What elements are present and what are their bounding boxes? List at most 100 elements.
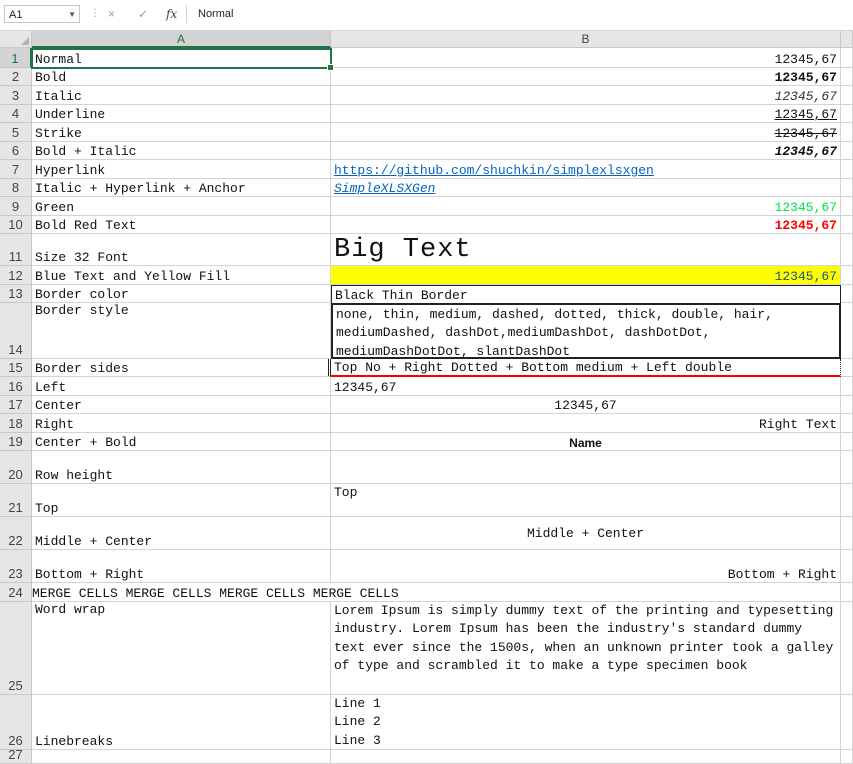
cell-b19[interactable]: Name xyxy=(331,433,841,451)
row-header[interactable]: 21 xyxy=(0,484,32,517)
cell-c23[interactable] xyxy=(841,550,853,583)
row-header[interactable]: 26 xyxy=(0,695,32,750)
row-header[interactable]: 23 xyxy=(0,550,32,583)
cell-a3[interactable]: Italic xyxy=(32,86,331,105)
cell-c3[interactable] xyxy=(841,86,853,105)
cell-c27[interactable] xyxy=(841,750,853,764)
row-header[interactable]: 18 xyxy=(0,414,32,433)
cancel-icon[interactable]: × xyxy=(108,5,115,23)
name-box[interactable]: A1 ▼ xyxy=(4,5,80,23)
cell-a2[interactable]: Bold xyxy=(32,68,331,86)
insert-function-button[interactable]: fx xyxy=(166,5,177,23)
cell-a5[interactable]: Strike xyxy=(32,123,331,142)
cell-c6[interactable] xyxy=(841,142,853,160)
cell-a7[interactable]: Hyperlink xyxy=(32,160,331,179)
cell-b14[interactable]: none, thin, medium, dashed, dotted, thic… xyxy=(331,303,841,359)
cell-b9[interactable]: 12345,67 xyxy=(331,197,841,216)
row-header[interactable]: 1 xyxy=(0,48,32,68)
cell-a20[interactable]: Row height xyxy=(32,451,331,484)
cell-c5[interactable] xyxy=(841,123,853,142)
cell-a16[interactable]: Left xyxy=(32,377,331,396)
cell-c24[interactable] xyxy=(841,583,853,602)
row-header[interactable]: 8 xyxy=(0,179,32,197)
column-header-c[interactable] xyxy=(841,31,853,48)
cell-b15[interactable]: Top No + Right Dotted + Bottom medium + … xyxy=(331,359,841,377)
cell-c16[interactable] xyxy=(841,377,853,396)
cell-a8[interactable]: Italic + Hyperlink + Anchor xyxy=(32,179,331,197)
cell-a17[interactable]: Center xyxy=(32,396,331,414)
cell-a19[interactable]: Center + Bold xyxy=(32,433,331,451)
row-header[interactable]: 14 xyxy=(0,303,32,359)
formula-input[interactable]: Normal xyxy=(192,5,853,23)
cell-c15[interactable] xyxy=(841,359,853,377)
row-header[interactable]: 16 xyxy=(0,377,32,396)
cell-b27[interactable] xyxy=(331,750,841,764)
row-header[interactable]: 19 xyxy=(0,433,32,451)
cell-a9[interactable]: Green xyxy=(32,197,331,216)
cell-c2[interactable] xyxy=(841,68,853,86)
cell-c18[interactable] xyxy=(841,414,853,433)
cell-a18[interactable]: Right xyxy=(32,414,331,433)
row-header[interactable]: 10 xyxy=(0,216,32,234)
cell-c11[interactable] xyxy=(841,234,853,266)
cell-b6[interactable]: 12345,67 xyxy=(331,142,841,160)
cell-b23[interactable]: Bottom + Right xyxy=(331,550,841,583)
cell-c19[interactable] xyxy=(841,433,853,451)
cell-a6[interactable]: Bold + Italic xyxy=(32,142,331,160)
cell-a21[interactable]: Top xyxy=(32,484,331,517)
drag-handle-icon[interactable]: ⋮ xyxy=(90,7,100,21)
cell-c17[interactable] xyxy=(841,396,853,414)
cell-b16[interactable]: 12345,67 xyxy=(331,377,841,396)
cell-b21[interactable]: Top xyxy=(331,484,841,517)
cell-b18[interactable]: Right Text xyxy=(331,414,841,433)
row-header[interactable]: 24 xyxy=(0,583,32,602)
cell-b10[interactable]: 12345,67 xyxy=(331,216,841,234)
cell-a27[interactable] xyxy=(32,750,331,764)
cell-b13[interactable]: Black Thin Border xyxy=(331,285,841,303)
row-header[interactable]: 7 xyxy=(0,160,32,179)
cell-c12[interactable] xyxy=(841,266,853,285)
row-header[interactable]: 17 xyxy=(0,396,32,414)
cell-b26[interactable]: Line 1 Line 2 Line 3 xyxy=(331,695,841,750)
chevron-down-icon[interactable]: ▼ xyxy=(68,6,76,24)
cell-c14[interactable] xyxy=(841,303,853,359)
cell-c13[interactable] xyxy=(841,285,853,303)
cell-a13[interactable]: Border color xyxy=(32,285,331,303)
cell-c25[interactable] xyxy=(841,602,853,695)
cell-c20[interactable] xyxy=(841,451,853,484)
cell-c21[interactable] xyxy=(841,484,853,517)
column-header-b[interactable]: B xyxy=(331,31,841,48)
enter-icon[interactable]: ✓ xyxy=(138,5,148,23)
merged-cell-a24[interactable]: MERGE CELLS MERGE CELLS MERGE CELLS MERG… xyxy=(32,583,841,602)
cell-b3[interactable]: 12345,67 xyxy=(331,86,841,105)
cell-c22[interactable] xyxy=(841,517,853,550)
cell-c8[interactable] xyxy=(841,179,853,197)
row-header[interactable]: 15 xyxy=(0,359,32,377)
cell-b8[interactable]: SimpleXLSXGen xyxy=(331,179,841,197)
cell-a4[interactable]: Underline xyxy=(32,105,331,123)
cell-b4[interactable]: 12345,67 xyxy=(331,105,841,123)
hyperlink[interactable]: https://github.com/shuchkin/simplexlsxge… xyxy=(334,163,654,178)
cell-b25[interactable]: Lorem Ipsum is simply dummy text of the … xyxy=(331,602,841,695)
cell-b22[interactable]: Middle + Center xyxy=(331,517,841,550)
cell-b1[interactable]: 12345,67 xyxy=(331,48,841,68)
cell-a11[interactable]: Size 32 Font xyxy=(32,234,331,266)
row-header[interactable]: 13 xyxy=(0,285,32,303)
column-header-a[interactable]: A xyxy=(32,31,331,48)
cell-a12[interactable]: Blue Text and Yellow Fill xyxy=(32,266,331,285)
cell-b17[interactable]: 12345,67 xyxy=(331,396,841,414)
cell-c26[interactable] xyxy=(841,695,853,750)
cell-a23[interactable]: Bottom + Right xyxy=(32,550,331,583)
row-header[interactable]: 9 xyxy=(0,197,32,216)
row-header[interactable]: 3 xyxy=(0,86,32,105)
cell-c9[interactable] xyxy=(841,197,853,216)
cell-c4[interactable] xyxy=(841,105,853,123)
fill-handle[interactable] xyxy=(327,64,334,71)
cell-a14[interactable]: Border style xyxy=(32,303,331,359)
row-header[interactable]: 11 xyxy=(0,234,32,266)
cell-b5[interactable]: 12345,67 xyxy=(331,123,841,142)
cell-a22[interactable]: Middle + Center xyxy=(32,517,331,550)
cell-b11[interactable]: Big Text xyxy=(331,234,841,266)
row-header[interactable]: 22 xyxy=(0,517,32,550)
row-header[interactable]: 25 xyxy=(0,602,32,695)
